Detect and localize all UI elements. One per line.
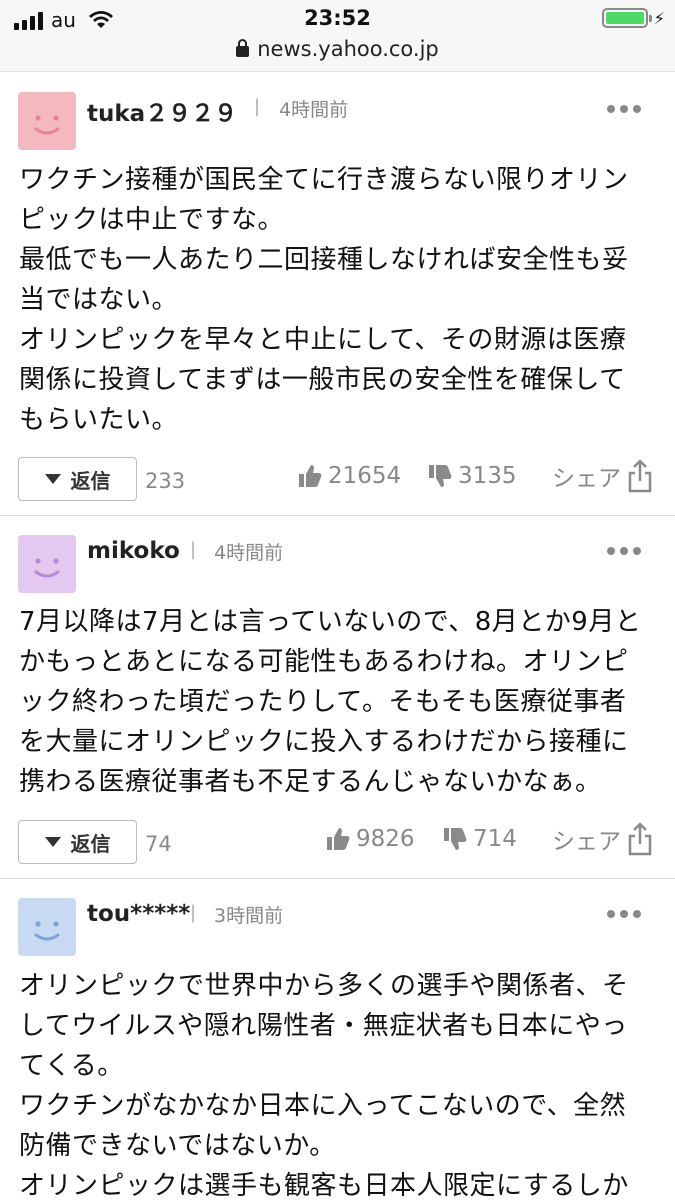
lock-icon (236, 39, 250, 57)
dislike-count: 3135 (458, 463, 517, 489)
more-options-icon[interactable] (607, 547, 641, 555)
address-bar[interactable]: news.yahoo.co.jp (0, 37, 675, 61)
comment-item: mikoko | 4時間前 7月以降は7月とは言っていないので、8月とか9月と … (0, 516, 675, 879)
reply-count: 233 (145, 469, 186, 493)
reply-label: 返信 (70, 468, 111, 493)
comment-line: かもっとあとになる可能性もあるわけね。オリンピ (19, 647, 629, 677)
username[interactable]: tuka２９２９ (87, 94, 237, 128)
comment-line: ック終わった頃だったりして。そもそも医療従事者 (19, 687, 627, 717)
comment-body: 7月以降は7月とは言っていないので、8月とか9月と かもっとあとになる可能性もあ… (19, 602, 659, 802)
smiley-avatar-icon (18, 92, 76, 150)
status-time: 23:52 (304, 6, 371, 30)
comment-line: 関係に投資してまずは一般市民の安全性を確保して (19, 365, 626, 395)
post-time: 4時間前 (214, 542, 284, 564)
avatar[interactable] (18, 92, 76, 150)
share-icon (628, 459, 652, 493)
more-options-icon[interactable] (607, 105, 641, 113)
post-time: 3時間前 (214, 905, 284, 927)
like-count: 9826 (356, 826, 415, 852)
reply-button[interactable]: 返信 (18, 457, 137, 501)
battery-icon (601, 8, 652, 28)
share-button[interactable]: シェア (552, 822, 653, 856)
username[interactable]: mikoko (87, 538, 180, 564)
dislike-count: 714 (473, 826, 517, 852)
username[interactable]: tou***** (87, 901, 190, 927)
reply-count: 74 (145, 832, 172, 856)
reply-button[interactable]: 返信 (18, 820, 137, 864)
post-time: 4時間前 (279, 99, 349, 121)
dislike-button[interactable]: 714 (443, 826, 517, 852)
comment-line: ワクチン接種が国民全てに行き渡らない限りオリン (19, 165, 629, 195)
comment-body: オリンピックで世界中から多くの選手や関係者、そ してウイルスや隠れ陽性者・無症状… (19, 966, 659, 1200)
comment-line: てくる。 (19, 1051, 124, 1081)
comment-line: オリンピックを早々と中止にして、その財源は医療 (19, 325, 627, 355)
comment-line: オリンピックは選手も観客も日本人限定にするしか (19, 1171, 629, 1200)
comment-line: オリンピックで世界中から多くの選手や関係者、そ (19, 971, 629, 1001)
smiley-avatar-icon (18, 898, 76, 956)
comment-line: 携わる医療従事者も不足するんじゃないかなぁ。 (19, 767, 602, 797)
avatar[interactable] (18, 898, 76, 956)
comment-actions: 返信 74 9826 714 シェア (0, 820, 675, 864)
comment-item: tuka２９２９ | 4時間前 ワクチン接種が国民全てに行き渡らない限りオリン … (0, 73, 675, 516)
thumbs-down-icon (429, 465, 452, 487)
share-icon (628, 822, 652, 856)
comment-line: ワクチンがなかなか日本に入ってこないので、全然 (19, 1091, 627, 1121)
separator: | (190, 539, 197, 560)
reply-label: 返信 (70, 831, 111, 856)
status-right: ⚡ (601, 8, 665, 28)
comment-line: 防備できないではないか。 (19, 1131, 336, 1161)
caret-down-icon (44, 837, 61, 847)
share-label: シェア (552, 466, 621, 492)
thumbs-down-icon (444, 828, 467, 850)
caret-down-icon (44, 474, 61, 484)
more-options-icon[interactable] (607, 910, 641, 918)
comment-line: 当ではない。 (19, 285, 179, 315)
like-button[interactable]: 21654 (298, 463, 401, 489)
comment-line: ピックは中止ですな。 (19, 205, 285, 235)
separator: | (254, 96, 261, 117)
separator: | (190, 902, 197, 923)
comment-body: ワクチン接種が国民全てに行き渡らない限りオリン ピックは中止ですな。 最低でも一… (19, 160, 659, 440)
smiley-avatar-icon (18, 535, 76, 593)
charging-icon: ⚡ (653, 8, 665, 28)
url-text: news.yahoo.co.jp (257, 37, 439, 61)
comment-item: tou***** | 3時間前 オリンピックで世界中から多くの選手や関係者、そ … (0, 879, 675, 1200)
dislike-button[interactable]: 3135 (428, 463, 517, 489)
comment-line: 7月以降は7月とは言っていないので、8月とか9月と (19, 607, 642, 637)
comment-line: してウイルスや隠れ陽性者・無症状者も日本にやっ (19, 1011, 628, 1041)
share-button[interactable]: シェア (552, 459, 653, 493)
comment-actions: 返信 233 21654 3135 シェア (0, 457, 675, 501)
browser-top-bar: au 23:52 ⚡ news.yahoo.co.jp (0, 0, 675, 72)
like-count: 21654 (328, 463, 402, 489)
thumbs-up-icon (299, 465, 322, 487)
avatar[interactable] (18, 535, 76, 593)
comment-line: を大量にオリンピックに投入するわけだから接種に (19, 727, 629, 757)
like-button[interactable]: 9826 (326, 826, 415, 852)
comment-line: もらいたい。 (19, 405, 179, 435)
share-label: シェア (552, 829, 621, 855)
thumbs-up-icon (327, 828, 350, 850)
comment-line: 最低でも一人あたり二回接種しなければ安全性も妥 (19, 245, 629, 275)
